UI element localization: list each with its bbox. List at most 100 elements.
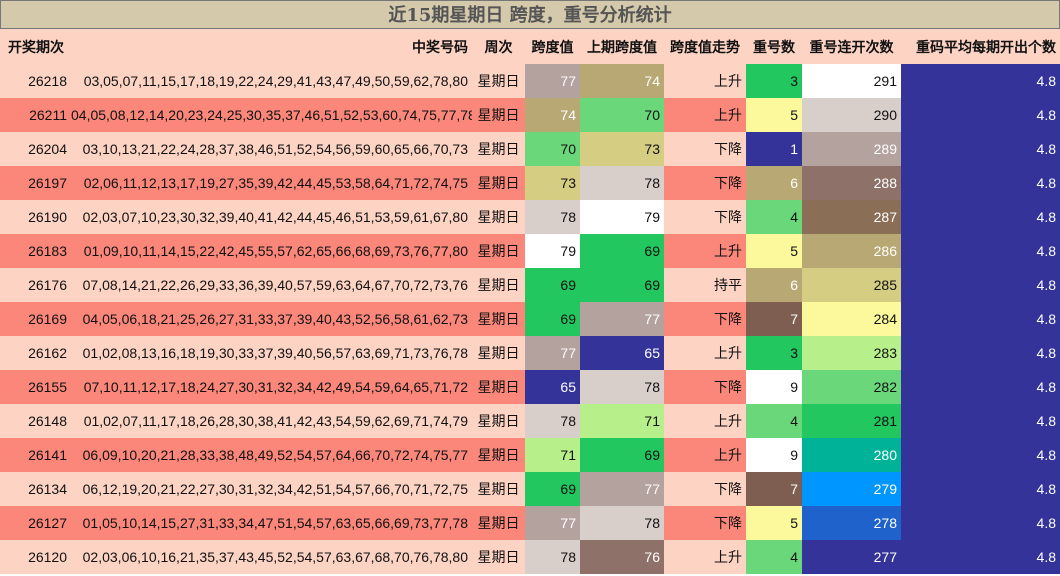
numbers-cell[interactable]: 01,02,07,11,17,18,26,28,30,38,41,42,43,5… <box>71 404 472 438</box>
span-cell[interactable]: 77 <box>525 506 580 540</box>
numbers-cell[interactable]: 02,03,06,10,16,21,35,37,43,45,52,54,57,6… <box>71 540 472 574</box>
numbers-cell[interactable]: 01,05,10,14,15,27,31,33,34,47,51,54,57,6… <box>71 506 472 540</box>
issue-cell[interactable]: 26120 <box>0 540 71 574</box>
table-row[interactable]: 26197 02,06,11,12,13,17,19,27,35,39,42,44… <box>0 166 1060 200</box>
weekday-cell[interactable]: 星期日 <box>472 336 525 370</box>
span-cell[interactable]: 73 <box>525 166 580 200</box>
prev-span-cell[interactable]: 79 <box>580 200 664 234</box>
span-cell[interactable]: 69 <box>525 302 580 336</box>
table-row[interactable]: 26169 04,05,06,18,21,25,26,27,31,33,37,39… <box>0 302 1060 336</box>
repeat-cell[interactable]: 6 <box>746 166 802 200</box>
prev-span-cell[interactable]: 71 <box>580 404 664 438</box>
streak-cell[interactable]: 283 <box>802 336 901 370</box>
prev-span-cell[interactable]: 65 <box>580 336 664 370</box>
col-trend-header[interactable]: 跨度值走势 <box>664 29 746 64</box>
trend-cell[interactable]: 上升 <box>664 98 746 132</box>
weekday-cell[interactable]: 星期日 <box>472 472 525 506</box>
weekday-cell[interactable]: 星期日 <box>472 506 525 540</box>
trend-cell[interactable]: 下降 <box>664 302 746 336</box>
col-streak-header[interactable]: 重号连开次数 <box>802 29 901 64</box>
streak-cell[interactable]: 280 <box>802 438 901 472</box>
prev-span-cell[interactable]: 69 <box>580 438 664 472</box>
streak-cell[interactable]: 282 <box>802 370 901 404</box>
trend-cell[interactable]: 上升 <box>664 438 746 472</box>
repeat-cell[interactable]: 3 <box>746 64 802 98</box>
issue-cell[interactable]: 26190 <box>0 200 71 234</box>
avg-cell[interactable]: 4.8 <box>901 438 1060 472</box>
table-row[interactable]: 26155 07,10,11,12,17,18,24,27,30,31,32,34… <box>0 370 1060 404</box>
numbers-cell[interactable]: 06,12,19,20,21,22,27,30,31,32,34,42,51,5… <box>71 472 472 506</box>
prev-span-cell[interactable]: 69 <box>580 234 664 268</box>
streak-cell[interactable]: 290 <box>802 98 901 132</box>
span-cell[interactable]: 78 <box>525 404 580 438</box>
table-row[interactable]: 26134 06,12,19,20,21,22,27,30,31,32,34,42… <box>0 472 1060 506</box>
issue-cell[interactable]: 26141 <box>0 438 71 472</box>
numbers-cell[interactable]: 02,03,07,10,23,30,32,39,40,41,42,44,45,4… <box>71 200 472 234</box>
numbers-cell[interactable]: 01,02,08,13,16,18,19,30,33,37,39,40,56,5… <box>71 336 472 370</box>
streak-cell[interactable]: 288 <box>802 166 901 200</box>
issue-cell[interactable]: 26211 <box>0 98 71 132</box>
avg-cell[interactable]: 4.8 <box>901 370 1060 404</box>
span-cell[interactable]: 69 <box>525 268 580 302</box>
streak-cell[interactable]: 277 <box>802 540 901 574</box>
repeat-cell[interactable]: 5 <box>746 98 802 132</box>
span-cell[interactable]: 78 <box>525 200 580 234</box>
trend-cell[interactable]: 上升 <box>664 404 746 438</box>
repeat-cell[interactable]: 4 <box>746 540 802 574</box>
trend-cell[interactable]: 下降 <box>664 132 746 166</box>
weekday-cell[interactable]: 星期日 <box>472 404 525 438</box>
streak-cell[interactable]: 279 <box>802 472 901 506</box>
numbers-cell[interactable]: 01,09,10,11,14,15,22,42,45,55,57,62,65,6… <box>71 234 472 268</box>
repeat-cell[interactable]: 7 <box>746 302 802 336</box>
avg-cell[interactable]: 4.8 <box>901 302 1060 336</box>
weekday-cell[interactable]: 星期日 <box>472 98 525 132</box>
table-row[interactable]: 26218 03,05,07,11,15,17,18,19,22,24,29,41… <box>0 64 1060 98</box>
trend-cell[interactable]: 上升 <box>664 540 746 574</box>
streak-cell[interactable]: 289 <box>802 132 901 166</box>
span-cell[interactable]: 77 <box>525 64 580 98</box>
avg-cell[interactable]: 4.8 <box>901 98 1060 132</box>
span-cell[interactable]: 78 <box>525 540 580 574</box>
col-repeat-header[interactable]: 重号数 <box>746 29 802 64</box>
repeat-cell[interactable]: 9 <box>746 438 802 472</box>
numbers-cell[interactable]: 02,06,11,12,13,17,19,27,35,39,42,44,45,5… <box>71 166 472 200</box>
avg-cell[interactable]: 4.8 <box>901 540 1060 574</box>
col-issue-header[interactable]: 开奖期次 <box>0 29 71 64</box>
col-prev-span-header[interactable]: 上期跨度值 <box>580 29 664 64</box>
avg-cell[interactable]: 4.8 <box>901 472 1060 506</box>
trend-cell[interactable]: 下降 <box>664 200 746 234</box>
repeat-cell[interactable]: 3 <box>746 336 802 370</box>
col-weekday-header[interactable]: 周次 <box>472 29 525 64</box>
trend-cell[interactable]: 下降 <box>664 370 746 404</box>
table-row[interactable]: 26162 01,02,08,13,16,18,19,30,33,37,39,40… <box>0 336 1060 370</box>
repeat-cell[interactable]: 9 <box>746 370 802 404</box>
issue-cell[interactable]: 26197 <box>0 166 71 200</box>
repeat-cell[interactable]: 5 <box>746 234 802 268</box>
span-cell[interactable]: 69 <box>525 472 580 506</box>
table-row[interactable]: 26211 04,05,08,12,14,20,23,24,25,30,35,37… <box>0 98 1060 132</box>
trend-cell[interactable]: 下降 <box>664 166 746 200</box>
numbers-cell[interactable]: 07,08,14,21,22,26,29,33,36,39,40,57,59,6… <box>71 268 472 302</box>
streak-cell[interactable]: 278 <box>802 506 901 540</box>
table-row[interactable]: 26204 03,10,13,21,22,24,28,37,38,46,51,52… <box>0 132 1060 166</box>
avg-cell[interactable]: 4.8 <box>901 404 1060 438</box>
table-row[interactable]: 26148 01,02,07,11,17,18,26,28,30,38,41,42… <box>0 404 1060 438</box>
issue-cell[interactable]: 26162 <box>0 336 71 370</box>
span-cell[interactable]: 71 <box>525 438 580 472</box>
table-row[interactable]: 26127 01,05,10,14,15,27,31,33,34,47,51,54… <box>0 506 1060 540</box>
avg-cell[interactable]: 4.8 <box>901 506 1060 540</box>
weekday-cell[interactable]: 星期日 <box>472 302 525 336</box>
streak-cell[interactable]: 281 <box>802 404 901 438</box>
table-row[interactable]: 26183 01,09,10,11,14,15,22,42,45,55,57,62… <box>0 234 1060 268</box>
avg-cell[interactable]: 4.8 <box>901 268 1060 302</box>
streak-cell[interactable]: 287 <box>802 200 901 234</box>
weekday-cell[interactable]: 星期日 <box>472 438 525 472</box>
prev-span-cell[interactable]: 69 <box>580 268 664 302</box>
issue-cell[interactable]: 26127 <box>0 506 71 540</box>
weekday-cell[interactable]: 星期日 <box>472 370 525 404</box>
trend-cell[interactable]: 下降 <box>664 506 746 540</box>
span-cell[interactable]: 65 <box>525 370 580 404</box>
weekday-cell[interactable]: 星期日 <box>472 64 525 98</box>
prev-span-cell[interactable]: 78 <box>580 370 664 404</box>
col-avg-header[interactable]: 重码平均每期开出个数 <box>901 29 1060 64</box>
